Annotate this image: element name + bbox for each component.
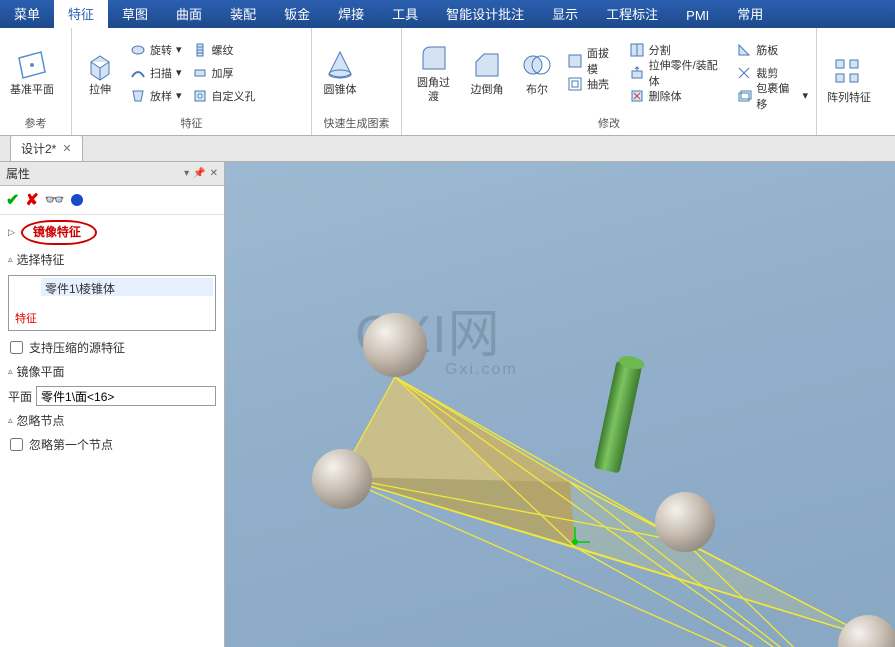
dropdown-icon[interactable]: ▾ [184,168,189,179]
shell-face-icon [567,53,583,69]
properties-title: 属性 [6,165,30,182]
ignore-nodes-title[interactable]: ▵忽略节点 [0,409,224,432]
ribbon-tabs: 菜单 特征 草图 曲面 装配 钣金 焊接 工具 智能设计批注 显示 工程标注 P… [0,0,895,28]
delete-body-button[interactable]: 删除体 [625,85,731,107]
thread-button[interactable]: 螺纹 [188,39,260,61]
properties-panel: 属性 ▾ 📌 ✕ ✔ ✘ 👓 ▷镜像特征 ▵选择特征 特征 零件1\棱锥体 支持… [0,162,225,647]
thicken-icon [192,65,208,81]
cone-icon [323,48,357,82]
tab-common[interactable]: 常用 [723,0,777,28]
trim-icon [736,65,752,81]
close-icon[interactable]: ✕ [62,142,71,155]
loft-icon [130,88,146,104]
tab-tools[interactable]: 工具 [378,0,432,28]
shell-button[interactable]: 抽壳 [563,73,623,95]
tab-surface[interactable]: 曲面 [162,0,216,28]
plane-label: 平面 [8,388,32,405]
ignore-first-checkbox[interactable] [10,438,23,451]
document-tab-label: 设计2* [21,140,56,157]
mirror-plane-title[interactable]: ▵镜像平面 [0,360,224,383]
array-feature-button[interactable]: 阵列特征 [821,54,877,107]
revolve-icon [130,42,146,58]
rib-icon [736,42,752,58]
shell-icon [567,76,583,92]
loft-button[interactable]: 放样 ▾ [126,85,186,107]
custom-hole-icon [192,88,208,104]
rib-button[interactable]: 筋板 [732,39,812,61]
document-tab[interactable]: 设计2* ✕ [10,135,83,161]
thicken-button[interactable]: 加厚 [188,62,260,84]
model-mirror-preview [250,247,895,647]
revolve-button[interactable]: 旋转 ▾ [126,39,186,61]
array-feature-icon [832,56,866,90]
document-tabs: 设计2* ✕ [0,136,895,162]
feature-value[interactable]: 零件1\棱锥体 [41,278,213,296]
fillet-icon [417,41,451,75]
ribbon-body: 基准平面 参考 拉伸 旋转 ▾ 扫描 ▾ 放样 ▾ 螺纹 加厚 自定义孔 特征 [0,28,895,136]
properties-toolbar: ✔ ✘ 👓 [0,186,224,215]
sweep-icon [130,65,146,81]
thread-icon [192,42,208,58]
boolean-icon [520,48,554,82]
ignore-first-row[interactable]: 忽略第一个节点 [0,432,224,457]
feature-selection-box[interactable]: 特征 零件1\棱锥体 [8,275,216,331]
tab-eng-annot[interactable]: 工程标注 [592,0,672,28]
wrap-button[interactable]: 包裹偏移 ▾ [732,85,812,107]
tab-annotation[interactable]: 智能设计批注 [432,0,538,28]
pin-icon[interactable]: 📌 [193,168,205,179]
sweep-button[interactable]: 扫描 ▾ [126,62,186,84]
chamfer-icon [470,48,504,82]
group-quick-label: 快速生成图素 [316,113,397,133]
shell-face-button[interactable]: 面拔模 [563,50,623,72]
plane-row: 平面 [0,383,224,409]
indicator-icon[interactable] [71,194,83,206]
datum-plane-button[interactable]: 基准平面 [4,46,60,99]
feature-label: 特征 [11,308,41,328]
group-modify-label: 修改 [406,113,812,133]
workspace: 属性 ▾ 📌 ✕ ✔ ✘ 👓 ▷镜像特征 ▵选择特征 特征 零件1\棱锥体 支持… [0,162,895,647]
compress-source-row[interactable]: 支持压缩的源特征 [0,335,224,360]
tab-weld[interactable]: 焊接 [324,0,378,28]
delete-body-icon [629,88,645,104]
extrude-part-icon [629,65,645,81]
cancel-icon[interactable]: ✘ [25,190,38,210]
mirror-feature-title: ▷镜像特征 [0,217,224,248]
extrude-icon [83,48,117,82]
cone-button[interactable]: 圆锥体 [316,46,364,99]
tab-sketch[interactable]: 草图 [108,0,162,28]
properties-header: 属性 ▾ 📌 ✕ [0,162,224,186]
tab-sheetmetal[interactable]: 钣金 [270,0,324,28]
viewport-3d[interactable]: GXI网 Gxi.com [225,162,895,647]
group-ref-label: 参考 [4,113,67,133]
plane-input[interactable] [36,386,216,406]
properties-body: ▷镜像特征 ▵选择特征 特征 零件1\棱锥体 支持压缩的源特征 ▵镜像平面 平面… [0,215,224,647]
extrude-button[interactable]: 拉伸 [76,46,124,99]
preview-icon[interactable]: 👓 [45,190,65,210]
ok-icon[interactable]: ✔ [6,190,19,210]
extrude-part-button[interactable]: 拉伸零件/装配体 [625,62,731,84]
tab-assembly[interactable]: 装配 [216,0,270,28]
group-feat-label: 特征 [76,113,307,133]
chamfer-button[interactable]: 边倒角 [463,46,511,99]
datum-plane-icon [15,48,49,82]
select-feature-title[interactable]: ▵选择特征 [0,248,224,271]
wrap-icon [736,88,752,104]
boolean-button[interactable]: 布尔 [513,46,561,99]
split-icon [629,42,645,58]
tab-pmi[interactable]: PMI [672,3,723,28]
tab-display[interactable]: 显示 [538,0,592,28]
close-panel-icon[interactable]: ✕ [210,168,218,179]
fillet-button[interactable]: 圆角过渡 [406,39,461,105]
tab-menu[interactable]: 菜单 [0,0,54,28]
compress-source-checkbox[interactable] [10,341,23,354]
custom-hole-button[interactable]: 自定义孔 [188,85,260,107]
tab-feature[interactable]: 特征 [54,0,108,28]
